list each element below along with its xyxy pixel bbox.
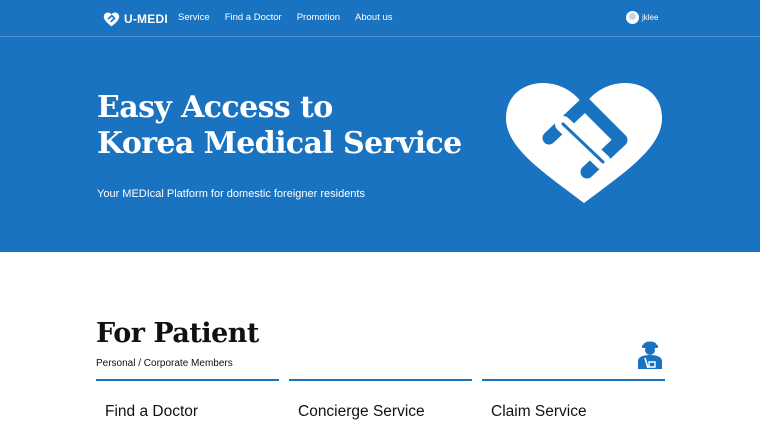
card-title: Claim Service [491, 403, 587, 420]
user-menu[interactable]: jklee [626, 11, 658, 24]
card-concierge-service[interactable]: Concierge Service [289, 379, 472, 430]
top-navigation: U-MEDI Service Find a Doctor Promotion A… [0, 0, 760, 37]
user-avatar-icon [626, 11, 639, 24]
card-claim-service[interactable]: Claim Service [482, 379, 665, 430]
brand-name: U-MEDI [124, 12, 168, 26]
card-title: Find a Doctor [105, 403, 199, 420]
section-subtitle: Personal / Corporate Members [96, 358, 233, 369]
nav-links: Service Find a Doctor Promotion About us [178, 12, 393, 23]
hero-subtitle: Your MEDIcal Platform for domestic forei… [97, 188, 365, 200]
patient-icon [638, 341, 662, 369]
hero-title-line-1: Easy Access to [97, 90, 333, 125]
section-title: For Patient [96, 318, 259, 349]
brand-logo[interactable]: U-MEDI [103, 10, 168, 28]
card-title: Concierge Service [298, 403, 425, 420]
card-find-a-doctor[interactable]: Find a Doctor [96, 379, 279, 430]
nav-link-about-us[interactable]: About us [355, 12, 393, 23]
hero-title-line-2: Korea Medical Service [97, 126, 462, 161]
nav-link-service[interactable]: Service [178, 12, 210, 23]
nav-link-promotion[interactable]: Promotion [297, 12, 340, 23]
heart-link-logo-icon [506, 83, 662, 203]
hero-banner: U-MEDI Service Find a Doctor Promotion A… [0, 0, 760, 252]
nav-link-find-a-doctor[interactable]: Find a Doctor [225, 12, 282, 23]
hero-title: Easy Access to Korea Medical Service [97, 90, 462, 162]
user-name: jklee [642, 13, 659, 22]
heart-logo-icon [103, 12, 120, 26]
